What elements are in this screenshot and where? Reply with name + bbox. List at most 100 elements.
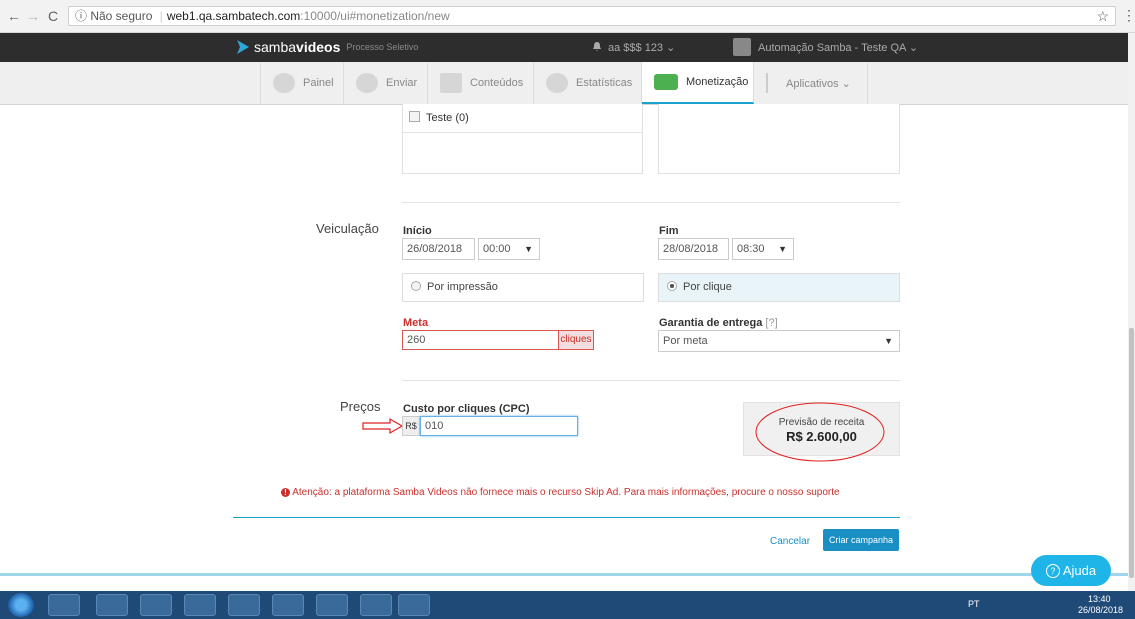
back-icon[interactable]: ← — [6, 7, 22, 25]
radio-button[interactable] — [411, 281, 421, 291]
radio-por-impressao[interactable]: Por impressão — [402, 273, 644, 302]
reload-icon[interactable]: C — [45, 7, 61, 25]
scrollbar-thumb[interactable] — [1129, 328, 1134, 578]
cancel-link[interactable]: Cancelar — [770, 536, 810, 547]
fim-time-value: 08:30 — [737, 243, 765, 255]
fim-time-select[interactable]: 08:30 ▼ — [732, 238, 794, 260]
dropdown-arrow-icon: ▼ — [778, 244, 787, 254]
nav-label: Aplicativos ⌄ — [786, 77, 851, 90]
meta-unit-addon: cliques — [558, 330, 594, 350]
inicio-label: Início — [403, 225, 432, 237]
skip-ad-warning: ! Atenção: a plataforma Samba Videos não… — [281, 487, 840, 498]
chrome-taskbar-icon[interactable] — [48, 594, 80, 616]
segment-item[interactable]: Teste (0) — [403, 104, 642, 133]
nav-label: Conteúdos — [470, 77, 524, 89]
garantia-select[interactable]: Por meta ▼ — [658, 330, 900, 352]
app-taskbar-icon[interactable] — [184, 594, 216, 616]
cpc-input[interactable]: 010 — [420, 416, 578, 436]
help-link[interactable]: [?] — [765, 317, 777, 329]
url-host: web1.qa.sambatech.com — [166, 9, 301, 23]
meta-input[interactable]: 260 — [402, 330, 559, 350]
nav-label: Painel — [303, 77, 334, 89]
nav-enviar[interactable]: Enviar — [344, 62, 428, 104]
warning-text: Atenção: a plataforma Samba Videos não f… — [292, 487, 840, 498]
paint-taskbar-icon[interactable] — [398, 594, 430, 616]
nav-label: Monetização — [686, 76, 749, 88]
nav-conteudos[interactable]: Conteúdos — [428, 62, 534, 104]
meta-label: Meta — [403, 317, 429, 329]
inicio-date-input[interactable]: 26/08/2018 — [402, 238, 475, 260]
annotation-arrow-icon — [362, 417, 404, 435]
folder-icon — [440, 73, 462, 93]
language-indicator[interactable]: PT — [968, 599, 980, 609]
explorer-taskbar-icon[interactable] — [140, 594, 172, 616]
security-indicator[interactable]: ⓘ Não seguro — [75, 9, 152, 23]
radio-por-clique[interactable]: Por clique — [658, 273, 900, 302]
main-nav: Painel Enviar Conteúdos Estatísticas Mon… — [0, 62, 1130, 105]
os-taskbar: PT 13:40 26/08/2018 — [0, 591, 1135, 619]
money-icon — [654, 74, 678, 90]
selected-segments-box — [658, 104, 900, 174]
app-taskbar-icon[interactable] — [272, 594, 304, 616]
garantia-label-text: Garantia de entrega — [659, 317, 763, 329]
app-taskbar-icon[interactable] — [316, 594, 348, 616]
nav-label: Estatísticas — [576, 77, 633, 89]
garantia-label: Garantia de entrega [?] — [659, 317, 778, 329]
clock-date: 26/08/2018 — [1078, 605, 1124, 615]
user-menu[interactable]: Automação Samba - Teste QA ⌄ — [758, 41, 918, 54]
browser-toolbar: ← → C ⓘ Não seguro | web1.qa.sambatech.co… — [0, 0, 1135, 33]
dashboard-icon — [273, 73, 295, 93]
footer-divider — [233, 517, 900, 518]
bookmark-star-icon[interactable]: ☆ — [1096, 7, 1109, 25]
app-header: sambavideos Processo Seletivo aa $$$ 123… — [0, 33, 1130, 62]
forward-icon[interactable]: → — [25, 7, 41, 25]
start-button[interactable] — [8, 593, 34, 617]
scrollbar[interactable] — [1128, 33, 1135, 591]
nav-label: Enviar — [386, 77, 418, 89]
stats-icon — [546, 73, 568, 93]
apps-icon — [766, 73, 778, 93]
nav-painel[interactable]: Painel — [260, 62, 344, 104]
help-icon: ? — [1045, 564, 1060, 578]
url-path: :10000/ui#monetization/new — [300, 9, 450, 23]
radio-label: Por clique — [683, 281, 732, 293]
account-selector[interactable]: aa $$$ 123 ⌄ — [608, 41, 675, 54]
project-name: Processo Seletivo — [346, 42, 419, 52]
annotation-circle-icon — [755, 402, 885, 462]
fim-date-input[interactable]: 28/08/2018 — [658, 238, 729, 260]
ie-taskbar-icon[interactable] — [96, 594, 128, 616]
help-button[interactable]: ? Ajuda — [1031, 555, 1111, 586]
upload-cloud-icon — [356, 73, 378, 93]
create-campaign-button[interactable]: Criar campanha — [823, 529, 899, 551]
address-bar[interactable]: ⓘ Não seguro | web1.qa.sambatech.com:1000… — [68, 6, 1116, 26]
section-precos: Preços — [340, 399, 381, 414]
checkbox-label: Teste (0) — [426, 112, 469, 124]
radio-label: Por impressão — [427, 281, 498, 293]
media-taskbar-icon[interactable] — [228, 594, 260, 616]
inicio-time-value: 00:00 — [483, 243, 511, 255]
word-taskbar-icon[interactable] — [360, 594, 392, 616]
help-label: Ajuda — [1062, 563, 1097, 578]
page-footer-stripe — [0, 573, 1130, 576]
clock-time: 13:40 — [1088, 594, 1111, 604]
browser-menu-icon[interactable]: ⋮ — [1122, 7, 1135, 24]
currency-addon: R$ — [402, 416, 420, 436]
nav-aplicativos[interactable]: Aplicativos ⌄ — [754, 62, 868, 104]
nav-estatisticas[interactable]: Estatísticas — [534, 62, 642, 104]
checkbox[interactable] — [409, 111, 420, 122]
avatar[interactable] — [733, 38, 751, 56]
dropdown-arrow-icon: ▼ — [524, 244, 533, 254]
samba-logo[interactable]: sambavideos Processo Seletivo — [236, 37, 418, 57]
inicio-time-select[interactable]: 00:00 ▼ — [478, 238, 540, 260]
bell-icon[interactable] — [592, 41, 602, 52]
garantia-value: Por meta — [663, 335, 708, 347]
cpc-label: Custo por cliques (CPC) — [403, 403, 530, 415]
segment-list: Teste (0) — [402, 104, 643, 174]
section-veiculacao: Veiculação — [316, 221, 379, 236]
nav-monetizacao[interactable]: Monetização — [642, 62, 754, 104]
radio-button[interactable] — [667, 281, 677, 291]
play-logo-icon — [237, 40, 249, 54]
logo-text-bold: videos — [296, 39, 341, 55]
dropdown-arrow-icon: ▼ — [884, 336, 893, 346]
fim-label: Fim — [659, 225, 679, 237]
